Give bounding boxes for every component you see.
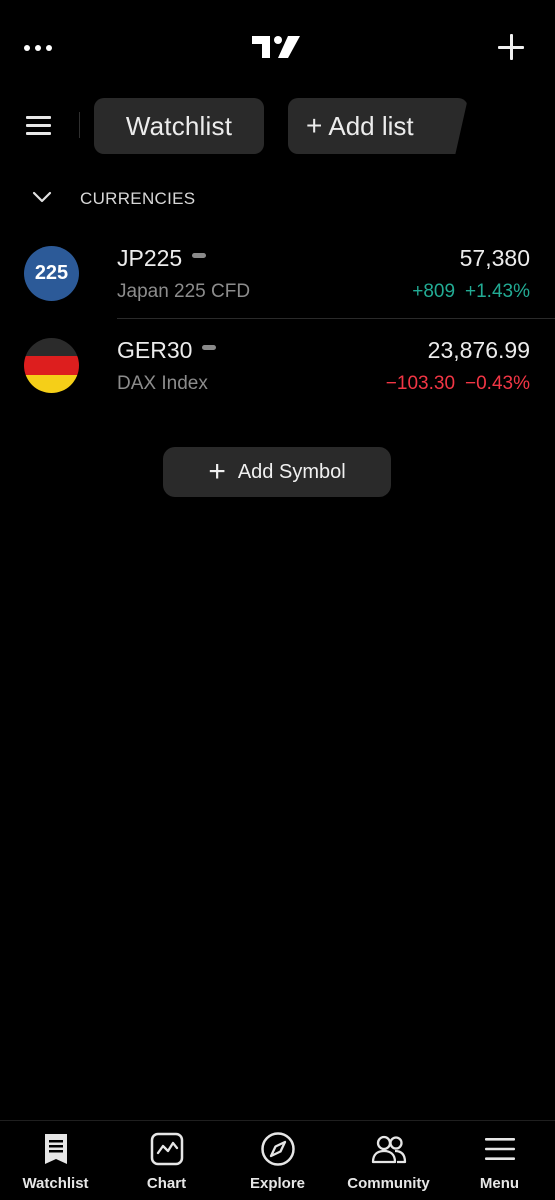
row-divider [117, 318, 555, 319]
section-title: CURRENCIES [80, 189, 196, 208]
add-list-button[interactable]: + Add list [288, 98, 468, 154]
market-status-icon [192, 253, 207, 258]
menu-icon [480, 1129, 520, 1169]
more-dots-icon[interactable] [24, 36, 64, 60]
nav-watchlist[interactable]: Watchlist [0, 1121, 111, 1200]
add-plus-icon[interactable] [494, 30, 528, 64]
add-symbol-label: Add Symbol [237, 460, 346, 483]
ticker-text: GER30 [117, 337, 193, 363]
tab-watchlist[interactable]: Watchlist [94, 98, 264, 154]
nav-label: Menu [479, 1175, 520, 1192]
add-symbol-plus-icon: + [208, 455, 226, 488]
tab-watchlist-label: Watchlist [125, 110, 233, 141]
change-percent: −0.43% [465, 373, 530, 394]
germany-flag-icon [24, 338, 79, 393]
compass-icon [258, 1129, 298, 1169]
watchlist-tabs-row: Watchlist + Add list [0, 96, 555, 156]
nav-label: Watchlist [22, 1175, 89, 1192]
symbol-price: 57,380 [459, 245, 530, 271]
symbol-price: 23,876.99 [427, 337, 530, 363]
hamburger-icon[interactable] [26, 114, 52, 136]
nav-chart[interactable]: Chart [111, 1121, 222, 1200]
ticker-text: JP225 [117, 245, 183, 271]
tradingview-logo[interactable] [252, 32, 302, 62]
nav-explore[interactable]: Explore [222, 1121, 333, 1200]
app-root: Watchlist + Add list CURRENCIES 225 JP22… [0, 0, 555, 1200]
tabs-divider [79, 112, 80, 138]
chevron-down-icon[interactable] [32, 190, 52, 204]
symbol-change: +809 +1.43% [412, 281, 530, 303]
add-list-label: Add list [328, 110, 414, 141]
symbol-change: −103.30 −0.43% [386, 373, 530, 395]
nav-label: Chart [146, 1175, 187, 1192]
avatar-text: 225 [34, 262, 69, 284]
symbol-description: DAX Index [117, 373, 208, 394]
symbol-avatar-jp225: 225 [24, 246, 79, 301]
add-symbol-button[interactable]: + Add Symbol [163, 447, 391, 497]
nav-menu[interactable]: Menu [444, 1121, 555, 1200]
add-list-plus-icon: + [306, 110, 323, 141]
change-percent: +1.43% [465, 281, 530, 302]
top-bar [0, 0, 555, 96]
nav-label: Explore [249, 1175, 306, 1192]
symbol-ticker: GER30 [117, 337, 217, 364]
section-header-currencies[interactable]: CURRENCIES [0, 178, 555, 220]
symbol-row-ger30[interactable]: GER30 DAX Index 23,876.99 −103.30 −0.43% [0, 320, 555, 410]
symbol-ticker: JP225 [117, 245, 207, 272]
change-value: −103.30 [385, 373, 456, 394]
nav-community[interactable]: Community [333, 1121, 444, 1200]
market-status-icon [202, 345, 217, 350]
symbol-row-jp225[interactable]: 225 JP225 Japan 225 CFD 57,380 +809 +1.43… [0, 228, 555, 318]
symbol-description: Japan 225 CFD [117, 281, 251, 302]
watchlist-icon [36, 1129, 76, 1169]
nav-label: Community [347, 1175, 430, 1192]
bottom-nav: Watchlist Chart Explore Community Menu [0, 1120, 555, 1200]
chart-icon [147, 1129, 187, 1169]
people-icon [369, 1129, 409, 1169]
change-value: +809 [412, 281, 456, 302]
